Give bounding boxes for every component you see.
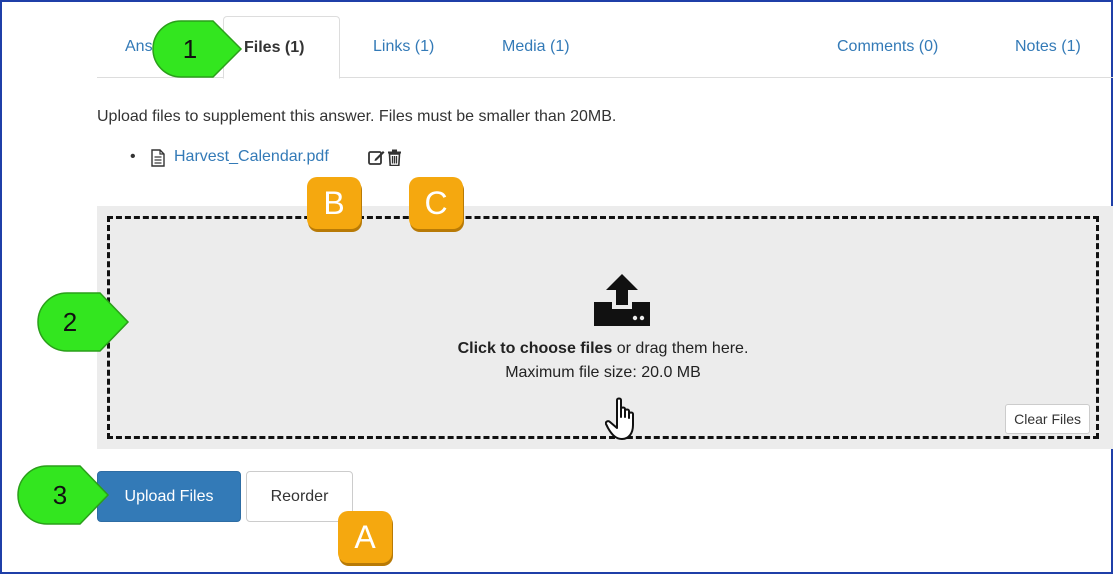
edit-icon[interactable] — [368, 149, 385, 171]
list-bullet: • — [130, 148, 136, 165]
callout-c-label: C — [424, 185, 448, 221]
max-file-size: Maximum file size: 20.0 MB — [505, 364, 701, 381]
callout-1: 1 — [152, 20, 243, 78]
tab-comments[interactable]: Comments (0) — [837, 16, 938, 78]
trash-icon[interactable] — [387, 149, 402, 171]
tab-bar: Ans Files (1) Links (1) Media (1) Commen… — [97, 16, 1113, 79]
callout-a-label: A — [354, 519, 376, 555]
file-link[interactable]: Harvest_Calendar.pdf — [174, 148, 329, 166]
clear-files-button[interactable]: Clear Files — [1005, 404, 1090, 434]
dropzone[interactable]: Click to choose files or drag them here.… — [107, 216, 1099, 440]
callout-1-label: 1 — [182, 34, 198, 64]
dropzone-container: Click to choose files or drag them here.… — [97, 206, 1113, 449]
drag-text: or drag them here. — [612, 340, 749, 357]
callout-3-label: 3 — [52, 480, 68, 510]
tab-links[interactable]: Links (1) — [373, 16, 434, 78]
callout-b-label: B — [323, 185, 345, 221]
dropzone-instruction: Click to choose files or drag them here. — [110, 340, 1096, 358]
callout-b: B — [306, 176, 364, 234]
upload-files-button[interactable]: Upload Files — [97, 471, 241, 522]
hand-cursor-icon — [604, 397, 645, 448]
callout-3: 3 — [17, 465, 110, 525]
callout-c: C — [408, 176, 466, 234]
callout-2: 2 — [37, 292, 130, 352]
tab-media[interactable]: Media (1) — [502, 16, 570, 78]
upload-icon — [594, 274, 650, 331]
tab-answer[interactable]: Ans — [125, 16, 153, 78]
choose-files-text[interactable]: Click to choose files — [458, 340, 613, 357]
document-icon — [150, 149, 166, 172]
callout-a: A — [337, 510, 395, 568]
tab-files-label: Files (1) — [244, 39, 305, 56]
callout-2-label: 2 — [62, 307, 78, 337]
tab-notes[interactable]: Notes (1) — [1015, 16, 1081, 78]
intro-text: Upload files to supplement this answer. … — [97, 108, 617, 125]
